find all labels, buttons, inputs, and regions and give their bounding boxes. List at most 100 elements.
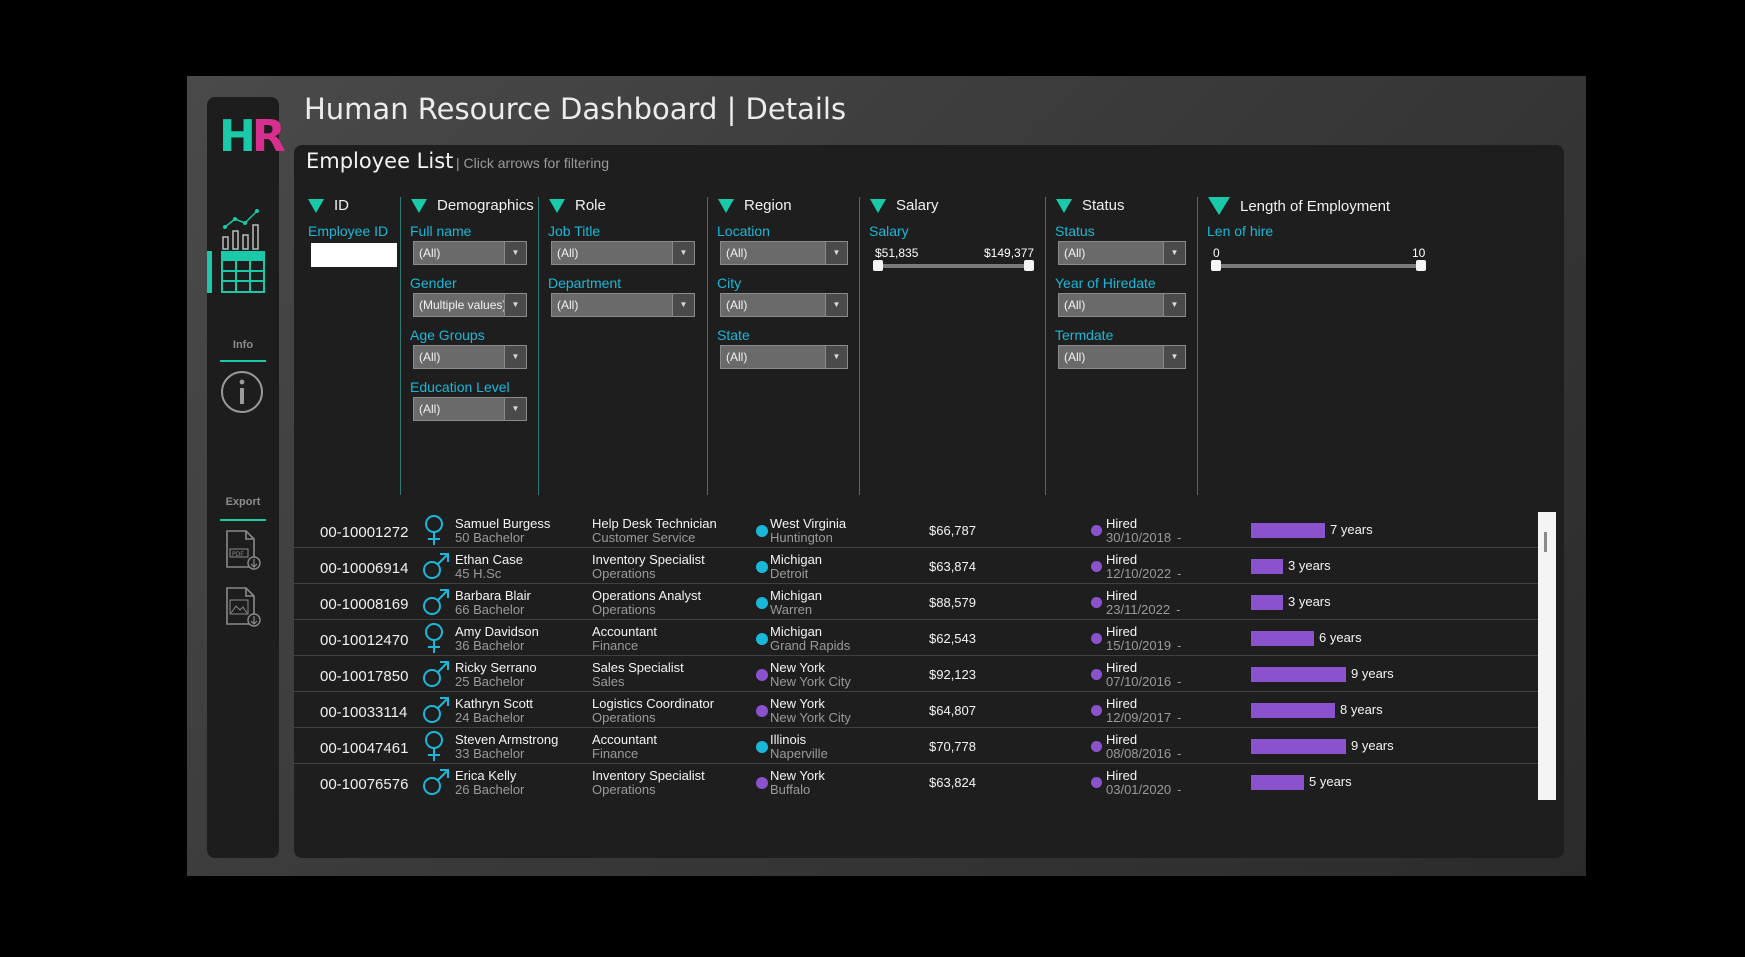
employee-age-education: 25 Bachelor [455, 674, 525, 689]
employee-job-title: Accountant [592, 624, 658, 639]
filter-group-length-of-employment: Length of Employment Len of hire 0 10 [1197, 197, 1437, 495]
image-export-icon[interactable] [224, 586, 262, 633]
table-row[interactable]: 00-10001272 Samuel Burgess 50 Bachelor H… [294, 512, 1538, 548]
filter-arrow-icon[interactable] [1056, 198, 1072, 213]
chevron-down-icon[interactable]: ▼ [504, 294, 526, 316]
gender-dropdown[interactable]: (Multiple values) ▼ [413, 293, 527, 317]
employee-status: Hired [1106, 516, 1138, 531]
employee-hire-date: 03/01/2020- [1106, 782, 1182, 797]
year-of-hiredate-dropdown[interactable]: (All) ▼ [1058, 293, 1186, 317]
status-dot [1091, 561, 1102, 572]
employee-hire-date: 30/10/2018- [1106, 530, 1182, 545]
chevron-down-icon[interactable]: ▼ [825, 294, 847, 316]
status-dot [1091, 633, 1102, 644]
filter-group-header[interactable]: ID [308, 197, 349, 214]
employee-job-title: Accountant [592, 732, 658, 747]
employee-status: Hired [1106, 732, 1138, 747]
filter-group-header[interactable]: Length of Employment [1208, 197, 1390, 215]
filter-arrow-icon[interactable] [1208, 197, 1230, 215]
info-icon[interactable] [219, 369, 265, 420]
employee-id-input[interactable] [311, 243, 397, 267]
employee-id: 00-10033114 [320, 704, 408, 721]
active-nav-indicator [207, 251, 212, 293]
table-row[interactable]: 00-10033114 Kathryn Scott 24 Bachelor Lo… [294, 692, 1538, 728]
city-dropdown[interactable]: (All) ▼ [720, 293, 848, 317]
len-of-hire-slider-min-handle[interactable] [1211, 260, 1221, 271]
status-dropdown[interactable]: (All) ▼ [1058, 241, 1186, 265]
chevron-down-icon[interactable]: ▼ [1163, 346, 1185, 368]
full-name-dropdown[interactable]: (All) ▼ [413, 241, 527, 265]
employee-id: 00-10012470 [320, 632, 409, 649]
chevron-down-icon[interactable]: ▼ [504, 346, 526, 368]
table-row[interactable]: 00-10017850 Ricky Serrano 25 Bachelor Sa… [294, 656, 1538, 692]
table-scrollbar[interactable] [1538, 512, 1556, 800]
location-dropdown[interactable]: (All) ▼ [720, 241, 848, 265]
education-level-dropdown[interactable]: (All) ▼ [413, 397, 527, 421]
age-groups-label: Age Groups [410, 327, 485, 343]
info-label: Info [232, 339, 254, 351]
education-level-label: Education Level [410, 379, 510, 395]
job-title-dropdown[interactable]: (All) ▼ [551, 241, 695, 265]
termdate-dropdown[interactable]: (All) ▼ [1058, 345, 1186, 369]
filter-arrow-icon[interactable] [718, 198, 734, 213]
employee-city: Detroit [770, 566, 809, 581]
male-icon [422, 658, 450, 695]
filter-group-header[interactable]: Demographics [411, 197, 534, 214]
filter-arrow-icon[interactable] [549, 198, 565, 213]
age-groups-dropdown[interactable]: (All) ▼ [413, 345, 527, 369]
chevron-down-icon[interactable]: ▼ [672, 242, 694, 264]
filter-group-header[interactable]: Region [718, 197, 792, 214]
filter-group-header[interactable]: Status [1056, 197, 1125, 214]
employee-age-education: 36 Bachelor [455, 638, 525, 653]
employee-job-title: Inventory Specialist [592, 552, 705, 567]
chevron-down-icon[interactable]: ▼ [1163, 242, 1185, 264]
chevron-down-icon[interactable]: ▼ [504, 242, 526, 264]
employee-city: Huntington [770, 530, 833, 545]
chevron-down-icon[interactable]: ▼ [825, 242, 847, 264]
employee-name: Ricky Serrano [455, 660, 537, 675]
chevron-down-icon[interactable]: ▼ [825, 346, 847, 368]
table-row[interactable]: 00-10012470 Amy Davidson 36 Bachelor Acc… [294, 620, 1538, 656]
chevron-down-icon[interactable]: ▼ [672, 294, 694, 316]
table-scrollbar-thumb[interactable] [1544, 532, 1547, 552]
male-icon [422, 766, 450, 803]
employee-salary: $66,787 [929, 523, 976, 538]
chevron-down-icon[interactable]: ▼ [504, 398, 526, 420]
filter-group-header[interactable]: Role [549, 197, 606, 214]
filter-arrow-icon[interactable] [308, 198, 324, 213]
len-of-hire-slider-track[interactable] [1214, 264, 1422, 268]
status-dot [1091, 525, 1102, 536]
employee-status: Hired [1106, 768, 1138, 783]
filter-arrow-icon[interactable] [870, 198, 886, 213]
table-row[interactable]: 00-10047461 Steven Armstrong 33 Bachelor… [294, 728, 1538, 764]
salary-slider-track[interactable] [876, 264, 1030, 268]
employee-salary: $63,824 [929, 775, 976, 790]
employee-city: New York City [770, 710, 851, 725]
city-label: City [717, 275, 742, 291]
salary-slider-max-handle[interactable] [1024, 260, 1034, 271]
department-dropdown[interactable]: (All) ▼ [551, 293, 695, 317]
state-dropdown[interactable]: (All) ▼ [720, 345, 848, 369]
pdf-export-icon[interactable]: PDF [224, 529, 262, 576]
table-row[interactable]: 00-10076576 Erica Kelly 26 Bachelor Inve… [294, 764, 1538, 800]
table-row[interactable]: 00-10008169 Barbara Blair 66 Bachelor Op… [294, 584, 1538, 620]
female-icon [422, 622, 446, 659]
chart-icon[interactable] [221, 207, 265, 256]
length-of-employment-label: 3 years [1288, 558, 1331, 573]
table-icon[interactable] [221, 251, 265, 298]
filter-arrow-icon[interactable] [411, 198, 427, 213]
employee-city: Buffalo [770, 782, 811, 797]
chevron-down-icon[interactable]: ▼ [1163, 294, 1185, 316]
employee-name: Barbara Blair [455, 588, 531, 603]
len-of-hire-slider-max-handle[interactable] [1416, 260, 1426, 271]
employee-list-panel: Employee List | Click arrows for filteri… [294, 145, 1564, 858]
length-of-employment-bar [1251, 775, 1304, 790]
employee-age-education: 50 Bachelor [455, 530, 525, 545]
table-row[interactable]: 00-10006914 Ethan Case 45 H.Sc Inventory… [294, 548, 1538, 584]
female-icon [422, 730, 446, 767]
status-dot [1091, 777, 1102, 788]
salary-slider-min-handle[interactable] [873, 260, 883, 271]
length-of-employment-bar [1251, 631, 1314, 646]
filter-group-header[interactable]: Salary [870, 197, 939, 214]
employee-id: 00-10017850 [320, 668, 409, 685]
